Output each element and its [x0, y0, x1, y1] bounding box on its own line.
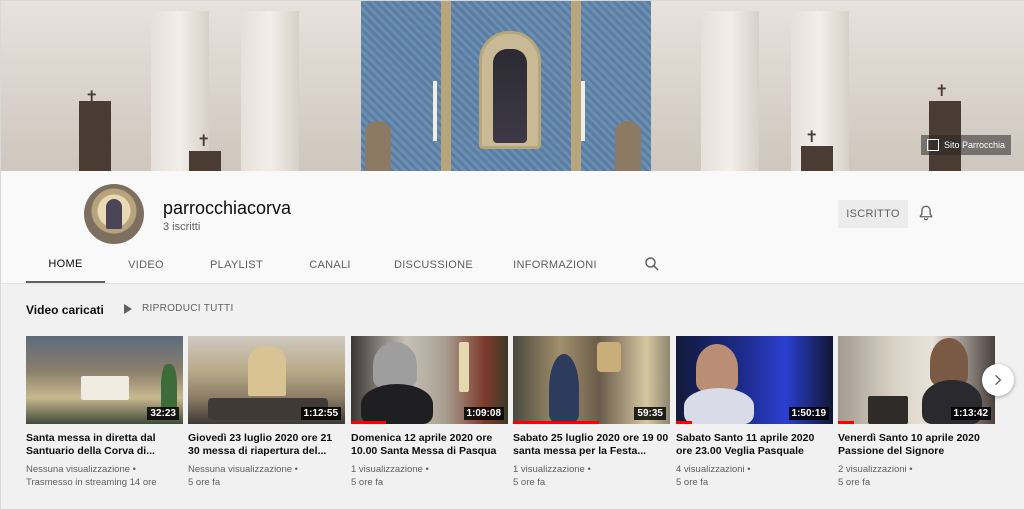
video-thumbnail[interactable]: 32:23 [26, 336, 183, 424]
video-views: 4 visualizzazioni • [676, 464, 751, 475]
video-meta: 1 visualizzazione • 5 ore fa [351, 463, 508, 489]
video-duration: 32:23 [147, 407, 179, 420]
video-card[interactable]: 32:23 Santa messa in diretta dal Santuar… [26, 336, 183, 489]
tab-informazioni[interactable]: INFORMAZIONI [506, 247, 604, 283]
video-meta: 4 visualizzazioni • 5 ore fa [676, 463, 833, 489]
video-duration: 1:50:19 [788, 407, 829, 420]
play-all-label: RIPRODUCI TUTTI [142, 303, 234, 314]
video-views: 1 visualizzazione • [351, 464, 429, 475]
video-views: Nessuna visualizzazione • [26, 464, 136, 475]
video-title[interactable]: Sabato Santo 11 aprile 2020 ore 23.00 Ve… [676, 432, 833, 458]
tab-canali[interactable]: CANALI [299, 247, 361, 283]
video-thumbnail[interactable]: 1:50:19 [676, 336, 833, 424]
subscriber-count: 3 iscritti [163, 221, 201, 233]
uploads-section: Video caricati RIPRODUCI TUTTI 32:23 San… [1, 283, 1024, 509]
video-meta: 2 visualizzazioni • 5 ore fa [838, 463, 995, 489]
video-duration: 1:13:42 [950, 407, 991, 420]
video-meta: 1 visualizzazione • 5 ore fa [513, 463, 670, 489]
video-title[interactable]: Giovedì 23 luglio 2020 ore 21 30 messa d… [188, 432, 345, 458]
video-time: 5 ore fa [676, 477, 709, 488]
video-time: 5 ore fa [188, 477, 221, 488]
video-views: 1 visualizzazione • [513, 464, 591, 475]
tab-home[interactable]: HOME [26, 247, 105, 283]
avatar[interactable] [84, 184, 144, 244]
video-thumbnail[interactable]: 1:09:08 [351, 336, 508, 424]
search-icon[interactable] [643, 255, 661, 273]
video-title[interactable]: Santa messa in diretta dal Santuario del… [26, 432, 183, 458]
video-duration: 1:09:08 [463, 407, 504, 420]
tab-discussione[interactable]: DISCUSSIONE [386, 247, 481, 283]
channel-page: ✝ ✝ ✝ ✝ Sito Parrocchia parrocchiacorva … [0, 0, 1024, 509]
video-time: Trasmesso in streaming 14 ore [26, 477, 157, 488]
watch-progress [351, 421, 386, 424]
chevron-right-icon [995, 374, 1002, 386]
video-time: 5 ore fa [513, 477, 546, 488]
link-icon [926, 139, 939, 151]
video-meta: Nessuna visualizzazione • 5 ore fa [188, 463, 345, 489]
bell-icon[interactable] [917, 204, 935, 222]
site-link-label: Sito Parrocchia [943, 140, 1005, 150]
video-title[interactable]: Domenica 12 aprile 2020 ore 10.00 Santa … [351, 432, 508, 458]
video-title[interactable]: Sabato 25 luglio 2020 ore 19 00 santa me… [513, 432, 670, 458]
video-time: 5 ore fa [351, 477, 384, 488]
tab-video[interactable]: VIDEO [116, 247, 176, 283]
channel-tabs: HOME VIDEO PLAYLIST CANALI DISCUSSIONE I… [1, 247, 1024, 283]
subscribed-button[interactable]: ISCRITTO [838, 200, 908, 228]
video-duration: 1:12:55 [300, 407, 341, 420]
video-thumbnail[interactable]: 59:35 [513, 336, 670, 424]
play-all-button[interactable]: RIPRODUCI TUTTI [124, 303, 234, 314]
channel-banner: ✝ ✝ ✝ ✝ Sito Parrocchia [1, 1, 1024, 171]
video-time: 5 ore fa [838, 477, 871, 488]
watch-progress [676, 421, 692, 424]
play-icon [124, 303, 132, 314]
video-thumbnail[interactable]: 1:13:42 [838, 336, 995, 424]
video-duration: 59:35 [634, 407, 666, 420]
watch-progress [513, 421, 600, 424]
section-title: Video caricati [26, 303, 104, 317]
watch-progress [838, 421, 854, 424]
video-card[interactable]: 1:13:42 Venerdì Santo 10 aprile 2020 Pas… [838, 336, 995, 489]
video-card[interactable]: 1:09:08 Domenica 12 aprile 2020 ore 10.0… [351, 336, 508, 489]
video-card[interactable]: 1:50:19 Sabato Santo 11 aprile 2020 ore … [676, 336, 833, 489]
video-views: 2 visualizzazioni • [838, 464, 913, 475]
video-meta: Nessuna visualizzazione • Trasmesso in s… [26, 463, 183, 489]
channel-name: parrocchiacorva [163, 198, 292, 218]
next-videos-button[interactable] [982, 364, 1014, 396]
channel-header: parrocchiacorva 3 iscritti ISCRITTO HOME… [1, 171, 1024, 283]
video-thumbnail[interactable]: 1:12:55 [188, 336, 345, 424]
video-card[interactable]: 59:35 Sabato 25 luglio 2020 ore 19 00 sa… [513, 336, 670, 489]
tab-playlist[interactable]: PLAYLIST [199, 247, 274, 283]
site-parrocchia-link[interactable]: Sito Parrocchia [920, 135, 1011, 155]
video-card[interactable]: 1:12:55 Giovedì 23 luglio 2020 ore 21 30… [188, 336, 345, 489]
video-views: Nessuna visualizzazione • [188, 464, 298, 475]
video-title[interactable]: Venerdì Santo 10 aprile 2020 Passione de… [838, 432, 995, 458]
